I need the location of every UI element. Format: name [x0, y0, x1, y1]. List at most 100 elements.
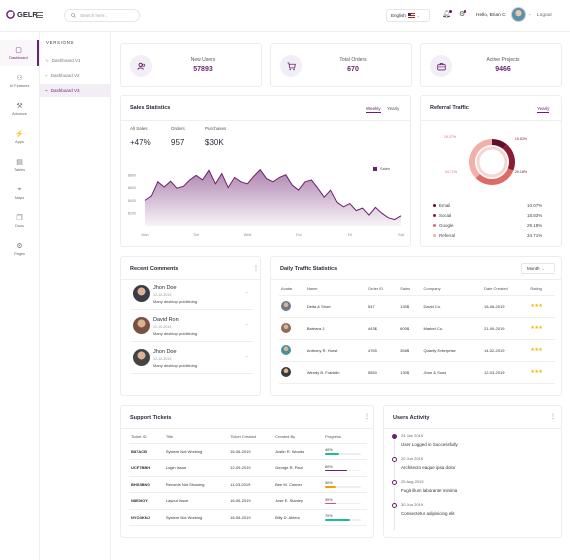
- brand-logo[interactable]: GELR: [6, 10, 38, 19]
- progress-label: 70%: [325, 514, 333, 518]
- donut-value-label: 29.18%: [515, 170, 528, 174]
- avatar: [281, 301, 291, 311]
- language-select[interactable]: English ⌄: [386, 9, 430, 22]
- y-tick-label: $200: [128, 212, 136, 216]
- sidebar-item-pages[interactable]: ⚙ Pages: [0, 236, 39, 262]
- rating-stars: ★★★: [530, 303, 543, 309]
- activity-title: Users Activity: [393, 415, 430, 421]
- order-id-cell: 547: [367, 303, 375, 309]
- sub-sidebar-item[interactable]: ∿ Dashboard V1: [40, 54, 110, 67]
- table-row[interactable]: Wendy B. Franklin 5550 130$ Jhon & Sons 12-0…: [279, 361, 555, 383]
- logout-link[interactable]: Logout: [537, 13, 552, 18]
- ticket-created-cell: 16-06-2019: [230, 514, 251, 520]
- progress-cell: 60%: [323, 460, 367, 477]
- version-icon: ⌁: [45, 87, 48, 93]
- sidebar-item-ui-features[interactable]: ⚇ UI Features: [0, 68, 39, 94]
- company-cell: Jhon & Sons: [423, 369, 447, 375]
- notifications-bell-icon[interactable]: 🔔︎: [442, 10, 452, 18]
- comment-avatar: [133, 349, 150, 366]
- table-row[interactable]: N8E0IOY Layout Issue 16-06-2019 Jose E. Sta…: [129, 493, 367, 509]
- sidebar-item-advance[interactable]: ⚒ Advance: [0, 96, 39, 122]
- referral-tab-yearly[interactable]: Yearly: [537, 106, 550, 113]
- chevron-down-icon[interactable]: ⌄: [245, 289, 248, 294]
- comment-text: Many desktop publishing: [153, 363, 198, 368]
- more-options-icon[interactable]: ⋮: [550, 413, 556, 420]
- avatar-cell: [279, 339, 305, 361]
- chevron-down-icon[interactable]: ⌄: [245, 353, 248, 358]
- ticket-title-cell: Layout Issue: [165, 498, 189, 504]
- table-row[interactable]: B87ACB System Not Working 16-06-2019 Justin…: [129, 443, 367, 460]
- comment-date: 12-10-2019: [153, 293, 172, 297]
- progress-track: [325, 519, 361, 521]
- table-row[interactable]: NYO3KNJ System Not Working 16-06-2019 Billy…: [129, 509, 367, 526]
- month-filter-select[interactable]: Month ⌄: [521, 263, 555, 274]
- divider: [131, 373, 253, 374]
- donut-slice-email: [491, 139, 507, 149]
- avatar-cell: [279, 317, 305, 339]
- settings-gear-icon[interactable]: ⚙: [459, 10, 467, 18]
- metric-value: $30K: [205, 138, 224, 147]
- legend-dot: [433, 224, 436, 227]
- sidebar-item-dashboard[interactable]: ▢ Dashboard: [0, 40, 39, 66]
- sidebar-item-tables[interactable]: ▤ Tables: [0, 152, 39, 178]
- metric-value: 957: [171, 138, 185, 147]
- sales-cell: 356$: [400, 347, 410, 353]
- more-options-icon[interactable]: ⋮: [364, 413, 370, 420]
- sidebar-item-label: Apps: [15, 140, 24, 144]
- search-box[interactable]: Search here...: [64, 9, 140, 22]
- created-by-cell: George R. Paul: [275, 465, 303, 471]
- table-row[interactable]: Anthony R. Hurst 4765 356$ Quanty Enterpris…: [279, 339, 555, 361]
- cart-icon: [280, 55, 302, 77]
- donut-value-label: 19.27%: [444, 135, 457, 139]
- column-header: Ticket Created: [230, 434, 257, 440]
- docs-icon: ❐: [16, 215, 23, 222]
- metric-label: All Sales: [130, 126, 148, 131]
- user-avatar[interactable]: [511, 7, 526, 22]
- sub-sidebar-item[interactable]: ⌁ Dashboard V3: [40, 84, 110, 97]
- table-row[interactable]: UCF7BBH Login Issue 12-09-2019 George R. Pa…: [129, 460, 367, 477]
- recent-comments-card: Recent Comments ⋮ Jhon Doe 12-10-2019 Many…: [120, 256, 261, 396]
- comment-avatar: [133, 285, 150, 302]
- table-row[interactable]: Delta & Short 547 130$ David Co. 15-06-2019 ★…: [279, 295, 555, 317]
- user-greeting[interactable]: Hello, Brian C: [476, 13, 506, 18]
- progress-cell: 30%: [323, 476, 367, 493]
- search-icon: [71, 13, 76, 18]
- chevron-down-icon[interactable]: ⌄: [245, 321, 248, 326]
- traffic-title: Daily Traffic Statistics: [280, 266, 338, 272]
- divider: [131, 341, 253, 342]
- sales-statistics-card: Sales Statistics Weekly Yearly Sales $80…: [120, 95, 411, 247]
- more-options-icon[interactable]: ⋮: [253, 265, 259, 272]
- settings-dot: [463, 10, 467, 13]
- traffic-table: Avatar Name Order ID Sales Company Date Creat…: [279, 283, 555, 384]
- progress-fill: [325, 519, 351, 521]
- dashboard-icon: ▢: [15, 47, 22, 54]
- name-cell: Barbara J.: [306, 325, 326, 331]
- ticket-id-cell: B87ACB: [131, 448, 148, 454]
- sidebar-item-label: Docs: [15, 224, 24, 228]
- metric-value: +47%: [130, 138, 151, 147]
- stat-card-active-projects: Active Projects 9466: [420, 43, 562, 87]
- tab-yearly[interactable]: Yearly: [387, 106, 399, 111]
- menu-toggle-icon[interactable]: [36, 12, 43, 18]
- donut-value-label: 15.83%: [515, 137, 528, 141]
- table-row[interactable]: BHS3BN0 Records Not Showing 11-03-2019 Bee …: [129, 476, 367, 493]
- ticket-created-cell: 16-06-2019: [230, 498, 251, 504]
- tables-icon: ▤: [16, 159, 23, 166]
- stat-value: 9466: [495, 66, 511, 73]
- chevron-down-icon[interactable]: ⌄: [528, 11, 531, 16]
- stat-label: Active Projects: [486, 57, 520, 63]
- referral-donut-chart: 15.83% 29.18% 34.71% 19.27%: [444, 135, 528, 185]
- sidebar-item-docs[interactable]: ❐ Docs: [0, 208, 39, 234]
- sidebar-item-maps[interactable]: ⌖ Maps: [0, 180, 39, 206]
- column-header: Order ID: [367, 286, 384, 292]
- column-header: Title: [165, 434, 174, 440]
- table-row[interactable]: Barbara J. 443$ 600$ Market Co. 21-09-2019 ★★…: [279, 317, 555, 339]
- tab-weekly[interactable]: Weekly: [366, 106, 381, 113]
- referral-legend-label: Referral: [439, 233, 456, 238]
- sub-sidebar-item[interactable]: ⌁ Dashboard V2: [40, 69, 110, 82]
- sidebar-item-apps[interactable]: ⚡ Apps: [0, 124, 39, 150]
- search-input[interactable]: Search here...: [80, 13, 108, 18]
- sidebar-item-label: Pages: [14, 252, 25, 256]
- progress-fill: [325, 502, 336, 504]
- comment-author: Jhon Doe: [153, 349, 177, 355]
